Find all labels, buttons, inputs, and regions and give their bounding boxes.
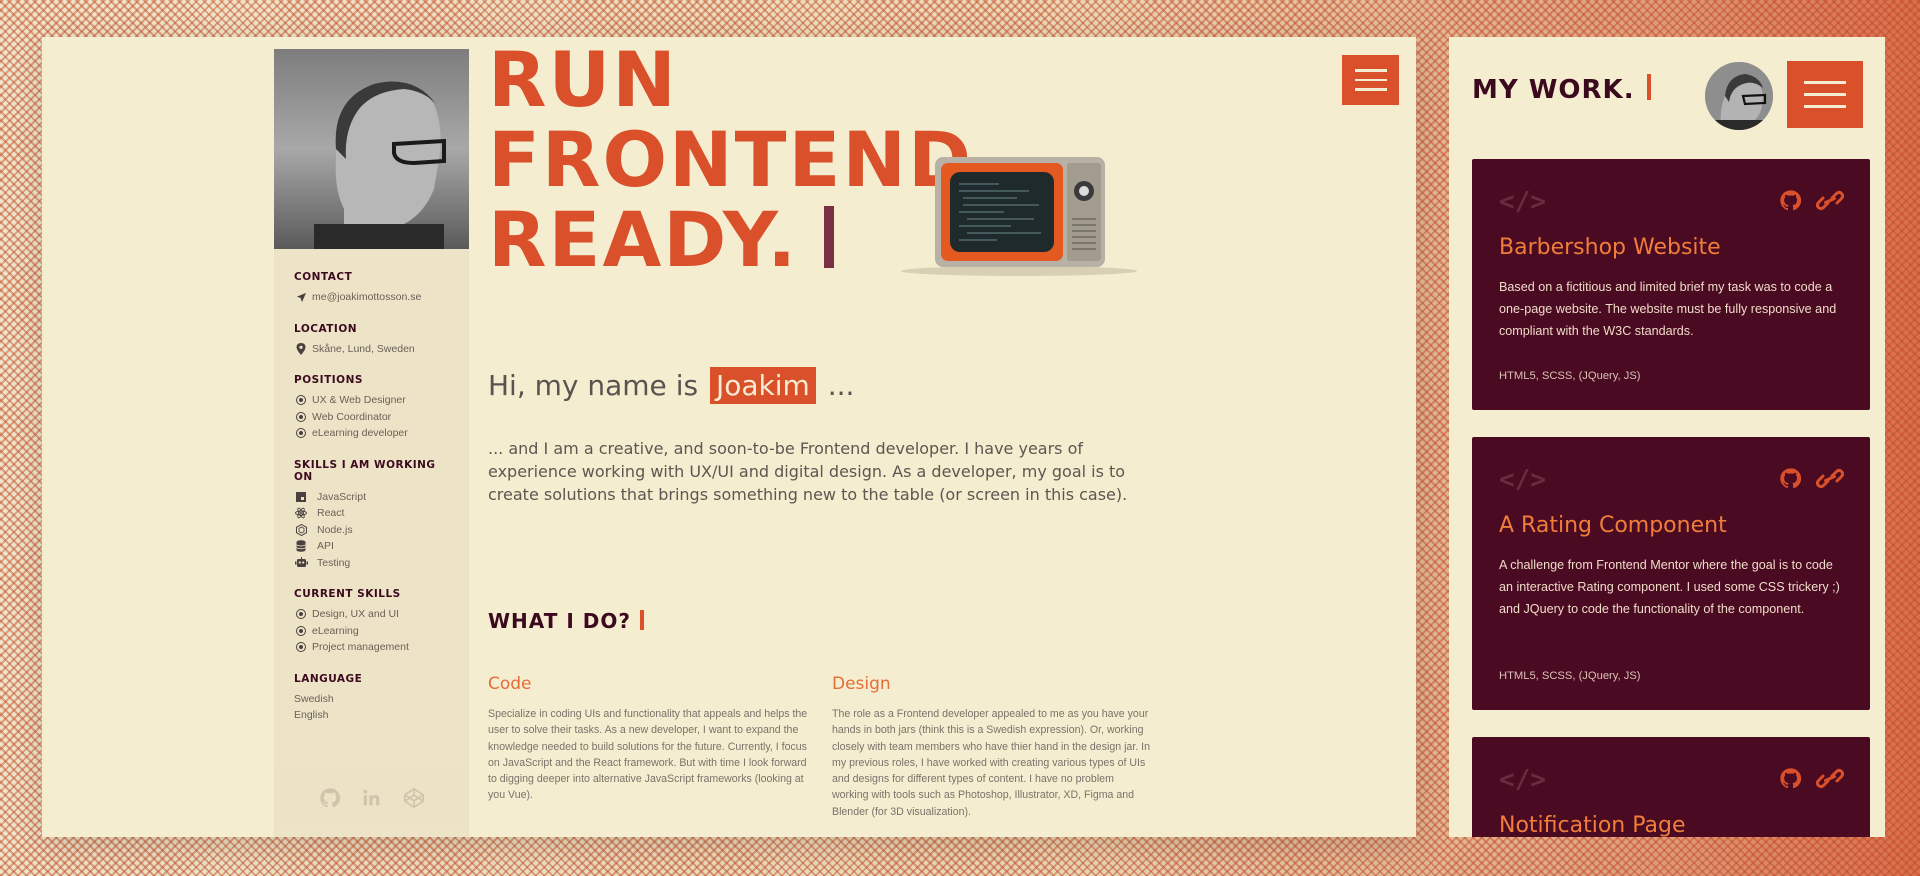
hero-line-3: READY. — [488, 195, 799, 284]
avatar[interactable] — [1705, 62, 1773, 130]
code-column: Code Specialize in coding UIs and functi… — [488, 674, 808, 804]
code-brackets-icon: </> — [1499, 187, 1546, 217]
radio-dot-icon — [294, 427, 308, 439]
sidebar: CONTACT me@joakimottosson.se LOCATION Sk… — [274, 49, 469, 837]
project-description: Based on a fictitious and limited brief … — [1499, 280, 1837, 338]
profile-panel: CONTACT me@joakimottosson.se LOCATION Sk… — [42, 37, 1416, 837]
external-link-icon[interactable] — [1815, 467, 1845, 490]
what-i-do-title: WHAT I DO? — [488, 609, 644, 633]
positions-title: POSITIONS — [294, 374, 363, 386]
position-item: UX & Web Designer — [312, 394, 406, 406]
project-description: A challenge from Frontend Mentor where t… — [1499, 558, 1840, 616]
skill-item: JavaScript — [317, 490, 367, 503]
current-skill-item: eLearning — [312, 624, 359, 637]
github-icon[interactable] — [319, 787, 341, 809]
design-text: The role as a Frontend developer appeale… — [832, 708, 1150, 818]
position-item: eLearning developer — [312, 427, 408, 439]
radio-dot-icon — [294, 411, 308, 423]
hamburger-icon — [1354, 69, 1387, 72]
react-icon — [294, 507, 308, 519]
language-section: LANGUAGE Swedish English — [294, 673, 449, 724]
skill-item: Testing — [317, 556, 351, 569]
email-text: me@joakimottosson.se — [312, 291, 422, 303]
social-links — [274, 767, 469, 829]
project-title[interactable]: Barbershop Website — [1499, 235, 1721, 260]
language-item: Swedish — [294, 692, 334, 705]
github-icon[interactable] — [1779, 189, 1802, 212]
github-icon[interactable] — [1779, 767, 1802, 790]
external-link-icon[interactable] — [1815, 767, 1845, 790]
positions-section: POSITIONS UX & Web Designer Web Coordina… — [294, 374, 449, 442]
work-menu-button[interactable] — [1787, 61, 1863, 128]
radio-dot-icon — [294, 641, 308, 653]
robot-icon — [294, 557, 308, 569]
greeting: Hi, my name is Joakim ... — [488, 367, 855, 404]
external-link-icon[interactable] — [1815, 189, 1845, 212]
skills-working-title: SKILLS I AM WORKING ON — [294, 458, 436, 483]
paper-plane-icon — [294, 291, 308, 303]
skills-working-section: SKILLS I AM WORKING ON JavaScript React … — [294, 459, 449, 572]
current-skills-title: CURRENT SKILLS — [294, 588, 401, 600]
email-link[interactable]: me@joakimottosson.se — [294, 289, 449, 306]
map-pin-icon — [294, 342, 308, 355]
skill-item: React — [317, 507, 345, 519]
project-tech: HTML5, SCSS, (JQuery, JS) — [1499, 670, 1641, 682]
skill-item: API — [317, 540, 334, 552]
location-text: Skåne, Lund, Sweden — [312, 342, 415, 355]
design-column: Design The role as a Frontend developer … — [832, 674, 1152, 820]
current-skills-section: CURRENT SKILLS Design, UX and UI eLearni… — [294, 588, 449, 656]
greeting-suffix: ... — [827, 369, 855, 402]
project-title[interactable]: Notification Page — [1499, 813, 1685, 837]
hero-line-1: RUN — [488, 37, 678, 124]
menu-button[interactable] — [1342, 55, 1399, 105]
current-skill-item: Project management — [312, 641, 409, 653]
design-heading: Design — [832, 674, 891, 694]
greeting-name-highlight: Joakim — [709, 367, 816, 404]
position-item: Web Coordinator — [312, 410, 392, 423]
linkedin-icon[interactable] — [361, 787, 383, 809]
javascript-icon — [294, 491, 308, 503]
project-card[interactable]: </> A Rating Component A challenge from … — [1472, 437, 1870, 710]
title-cursor — [639, 610, 644, 630]
intro-paragraph: ... and I am a creative, and soon-to-be … — [488, 439, 1128, 504]
contact-section: CONTACT me@joakimottosson.se — [294, 271, 449, 306]
radio-dot-icon — [294, 608, 308, 620]
work-panel: MY WORK. </> Barbershop Website Based on… — [1449, 37, 1885, 837]
database-icon — [294, 540, 308, 553]
codepen-icon[interactable] — [403, 787, 425, 809]
code-heading: Code — [488, 674, 532, 694]
greeting-prefix: Hi, my name is — [488, 369, 699, 402]
work-title: MY WORK. — [1472, 74, 1651, 105]
language-item: English — [294, 709, 329, 721]
retro-tv-image — [899, 149, 1139, 283]
location-title: LOCATION — [294, 322, 358, 335]
contact-title: CONTACT — [294, 271, 353, 283]
code-brackets-icon: </> — [1499, 765, 1546, 795]
radio-dot-icon — [294, 394, 308, 406]
project-tech: HTML5, SCSS, (JQuery, JS) — [1499, 370, 1641, 382]
skill-item: Node.js — [317, 523, 353, 536]
nodejs-icon — [294, 523, 308, 536]
github-icon[interactable] — [1779, 467, 1802, 490]
current-skill-item: Design, UX and UI — [312, 608, 399, 620]
hamburger-icon — [1804, 81, 1846, 84]
code-text: Specialize in coding UIs and functionali… — [488, 708, 808, 802]
language-title: LANGUAGE — [294, 672, 363, 685]
code-brackets-icon: </> — [1499, 465, 1546, 495]
project-card[interactable]: </> Notification Page — [1472, 737, 1870, 837]
radio-dot-icon — [294, 625, 308, 637]
text-cursor — [824, 206, 835, 268]
location-section: LOCATION Skåne, Lund, Sweden — [294, 323, 449, 358]
project-title[interactable]: A Rating Component — [1499, 513, 1727, 538]
title-cursor — [1646, 74, 1651, 100]
profile-photo — [274, 49, 469, 249]
project-card[interactable]: </> Barbershop Website Based on a fictit… — [1472, 159, 1870, 410]
